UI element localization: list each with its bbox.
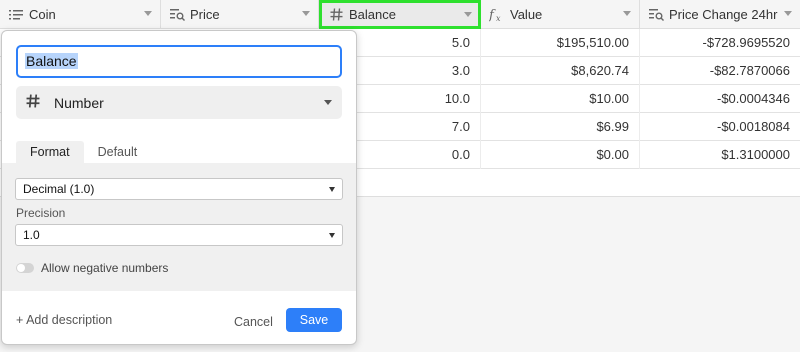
precision-select-value: 1.0 (23, 228, 40, 242)
field-type-label: Number (54, 94, 104, 111)
allow-negative-label: Allow negative numbers (41, 261, 169, 275)
tab-default[interactable]: Default (84, 141, 152, 163)
column-header-balance[interactable]: Balance (319, 0, 481, 29)
allow-negative-toggle[interactable] (16, 263, 34, 273)
config-tabs: Format Default (16, 141, 151, 163)
grid-header-row: Coin Price Balance fx Value Price Change… (0, 0, 800, 29)
price-change-cell[interactable]: -$728.9695520 (640, 29, 800, 57)
add-description-link[interactable]: + Add description (16, 313, 112, 327)
value-cell[interactable]: $10.00 (481, 85, 640, 113)
column-header-label: Balance (349, 7, 396, 22)
svg-text:f: f (489, 8, 496, 22)
column-header-label: Price Change 24hr (669, 7, 778, 22)
format-select-value: Decimal (1.0) (23, 182, 95, 196)
chevron-down-icon (329, 187, 335, 192)
value-cell[interactable]: $8,620.74 (481, 57, 640, 85)
column-header-price-change[interactable]: Price Change 24hr (640, 0, 800, 29)
value-cell[interactable]: $6.99 (481, 113, 640, 141)
field-type-select[interactable]: Number (16, 86, 342, 119)
field-name-input[interactable]: Balance (16, 45, 342, 78)
field-config-popup: Balance Number Format Default Decimal (1… (1, 30, 357, 345)
format-select[interactable]: Decimal (1.0) (15, 178, 343, 200)
field-name-selected-text: Balance (25, 53, 78, 69)
number-hash-icon (26, 94, 44, 111)
cancel-button[interactable]: Cancel (230, 311, 277, 333)
price-change-cell[interactable]: $1.3100000 (640, 141, 800, 169)
value-cell[interactable]: $195,510.00 (481, 29, 640, 57)
precision-label: Precision (16, 206, 66, 220)
chevron-down-icon[interactable] (302, 11, 310, 16)
column-header-label: Coin (29, 7, 56, 22)
column-header-value[interactable]: fx Value (481, 0, 640, 29)
number-hash-icon (328, 7, 344, 23)
column-header-coin[interactable]: Coin (0, 0, 161, 29)
lookup-icon (648, 7, 664, 23)
save-button[interactable]: Save (286, 308, 342, 332)
svg-text:x: x (496, 14, 501, 22)
value-cell[interactable]: $0.00 (481, 141, 640, 169)
format-panel: Decimal (1.0) Precision 1.0 Allow negati… (2, 163, 356, 291)
chevron-down-icon[interactable] (464, 12, 472, 17)
price-change-cell[interactable]: -$0.0004346 (640, 85, 800, 113)
tab-format[interactable]: Format (16, 141, 84, 163)
column-header-price[interactable]: Price (161, 0, 319, 29)
lookup-icon (169, 7, 185, 23)
text-lines-icon (8, 7, 24, 23)
price-change-cell[interactable]: -$82.7870066 (640, 57, 800, 85)
chevron-down-icon[interactable] (623, 11, 631, 16)
formula-fx-icon: fx (489, 7, 505, 23)
chevron-down-icon (329, 233, 335, 238)
chevron-down-icon[interactable] (784, 11, 792, 16)
chevron-down-icon (324, 100, 332, 105)
chevron-down-icon[interactable] (144, 11, 152, 16)
column-header-label: Price (190, 7, 220, 22)
price-change-cell[interactable]: -$0.0018084 (640, 113, 800, 141)
precision-select[interactable]: 1.0 (15, 224, 343, 246)
column-header-label: Value (510, 7, 543, 22)
